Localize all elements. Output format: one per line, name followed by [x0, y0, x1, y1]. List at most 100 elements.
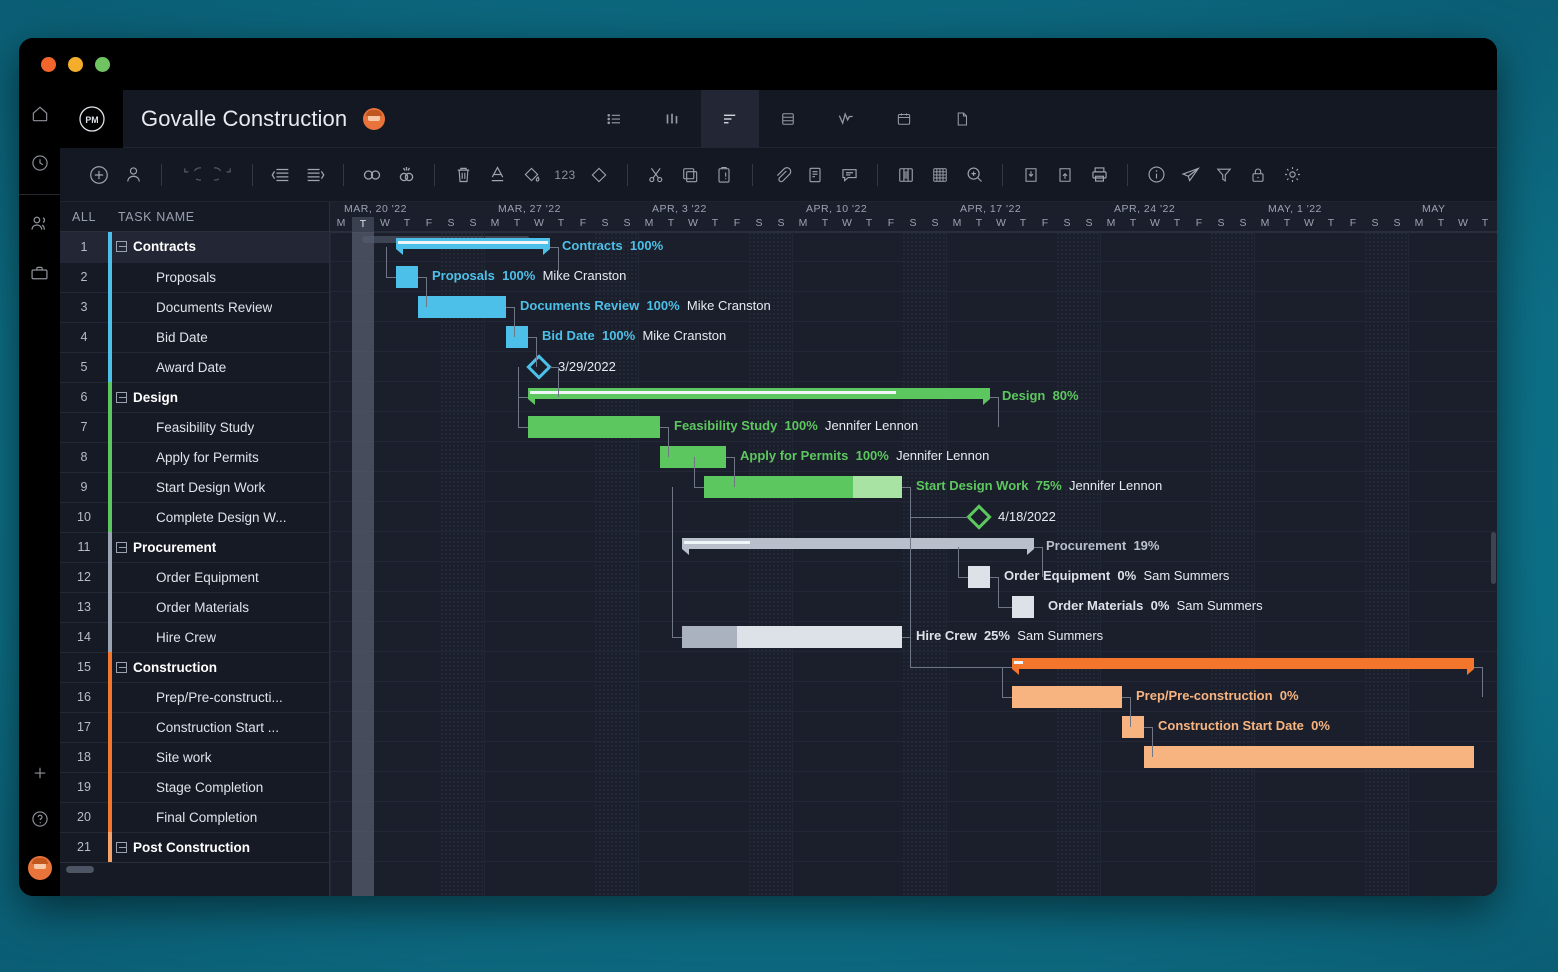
task-name-cell[interactable]: Order Materials: [112, 600, 249, 615]
table-row[interactable]: 13Order Materials: [60, 592, 329, 622]
task-bar[interactable]: [506, 326, 528, 348]
table-row[interactable]: 16Prep/Pre-constructi...: [60, 682, 329, 712]
task-name-cell[interactable]: Hire Crew: [112, 630, 216, 645]
lock-icon[interactable]: [1241, 158, 1275, 192]
table-row[interactable]: 18Site work: [60, 742, 329, 772]
export-icon[interactable]: [1048, 158, 1082, 192]
gantt-canvas[interactable]: Contracts 100%Proposals 100% Mike Cranst…: [330, 232, 1497, 896]
table-row[interactable]: 6Design: [60, 382, 329, 412]
redo-button[interactable]: [207, 158, 241, 192]
task-bar[interactable]: [682, 626, 902, 648]
table-row[interactable]: 7Feasibility Study: [60, 412, 329, 442]
grid-horizontal-scrollbar[interactable]: [60, 862, 329, 876]
table-row[interactable]: 5Award Date: [60, 352, 329, 382]
people-icon[interactable]: [29, 213, 50, 239]
tab-calendar-view[interactable]: [875, 90, 933, 148]
question-circle-icon[interactable]: [30, 809, 50, 834]
trash-icon[interactable]: [446, 158, 480, 192]
task-bar[interactable]: [528, 416, 660, 438]
task-bar[interactable]: [1122, 716, 1144, 738]
task-name-cell[interactable]: Procurement: [112, 540, 216, 555]
send-icon[interactable]: [1173, 158, 1207, 192]
avatar[interactable]: [28, 856, 52, 880]
collapse-toggle-icon[interactable]: [116, 392, 127, 403]
home-icon[interactable]: [30, 104, 50, 129]
print-icon[interactable]: [1082, 158, 1116, 192]
tab-gantt-view[interactable]: [701, 90, 759, 148]
task-bar[interactable]: [396, 266, 418, 288]
task-name-cell[interactable]: Start Design Work: [112, 480, 265, 495]
task-name-cell[interactable]: Feasibility Study: [112, 420, 254, 435]
indent-button[interactable]: [298, 158, 332, 192]
tab-dashboard-view[interactable]: [817, 90, 875, 148]
clipboard-icon[interactable]: [707, 158, 741, 192]
table-row[interactable]: 19Stage Completion: [60, 772, 329, 802]
table-row[interactable]: 3Documents Review: [60, 292, 329, 322]
briefcase-icon[interactable]: [29, 263, 50, 289]
task-name-cell[interactable]: Final Completion: [112, 810, 257, 825]
copy-icon[interactable]: [673, 158, 707, 192]
table-row[interactable]: 11Procurement: [60, 532, 329, 562]
table-row[interactable]: 20Final Completion: [60, 802, 329, 832]
task-name-cell[interactable]: Complete Design W...: [112, 510, 287, 525]
summary-bar[interactable]: [396, 238, 550, 249]
collapse-toggle-icon[interactable]: [116, 662, 127, 673]
task-bar[interactable]: [1012, 686, 1122, 708]
table-row[interactable]: 1Contracts: [60, 232, 329, 262]
text-color-icon[interactable]: [480, 158, 514, 192]
add-task-button[interactable]: [82, 158, 116, 192]
number-format-button[interactable]: 123: [548, 158, 582, 192]
task-name-cell[interactable]: Construction: [112, 660, 217, 675]
tab-list-view[interactable]: [585, 90, 643, 148]
task-bar[interactable]: [968, 566, 990, 588]
table-row[interactable]: 17Construction Start ...: [60, 712, 329, 742]
task-name-cell[interactable]: Order Equipment: [112, 570, 259, 585]
task-name-cell[interactable]: Contracts: [112, 239, 196, 254]
table-row[interactable]: 12Order Equipment: [60, 562, 329, 592]
info-circle-icon[interactable]: [1139, 158, 1173, 192]
table-row[interactable]: 21Post Construction: [60, 832, 329, 862]
task-name-cell[interactable]: Design: [112, 390, 178, 405]
task-bar[interactable]: [1012, 596, 1034, 618]
plus-icon[interactable]: [31, 764, 49, 787]
link-tasks-button[interactable]: [355, 158, 389, 192]
table-row[interactable]: 4Bid Date: [60, 322, 329, 352]
collapse-toggle-icon[interactable]: [116, 842, 127, 853]
task-name-cell[interactable]: Award Date: [112, 360, 226, 375]
project-owner-avatar[interactable]: [363, 108, 385, 130]
tab-page-view[interactable]: [933, 90, 991, 148]
pm-logo-icon[interactable]: PM: [60, 90, 123, 148]
diamond-icon[interactable]: [582, 158, 616, 192]
column-header-all[interactable]: ALL: [60, 210, 108, 224]
task-name-cell[interactable]: Proposals: [112, 270, 216, 285]
chart-vertical-scrollbar[interactable]: [1491, 532, 1496, 584]
task-name-cell[interactable]: Stage Completion: [112, 780, 263, 795]
table-row[interactable]: 9Start Design Work: [60, 472, 329, 502]
zoom-in-icon[interactable]: [957, 158, 991, 192]
undo-button[interactable]: [173, 158, 207, 192]
task-bar[interactable]: [1144, 746, 1474, 768]
scrollbar-thumb[interactable]: [66, 866, 94, 873]
collapse-toggle-icon[interactable]: [116, 542, 127, 553]
task-name-cell[interactable]: Apply for Permits: [112, 450, 259, 465]
filter-icon[interactable]: [1207, 158, 1241, 192]
tab-board-view[interactable]: [643, 90, 701, 148]
task-name-cell[interactable]: Documents Review: [112, 300, 272, 315]
summary-bar[interactable]: [1012, 658, 1474, 669]
scissors-icon[interactable]: [639, 158, 673, 192]
table-row[interactable]: 14Hire Crew: [60, 622, 329, 652]
columns-toggle-icon[interactable]: [889, 158, 923, 192]
task-name-cell[interactable]: Post Construction: [112, 840, 250, 855]
table-icon[interactable]: [923, 158, 957, 192]
task-name-cell[interactable]: Prep/Pre-constructi...: [112, 690, 283, 705]
gear-icon[interactable]: [1275, 158, 1309, 192]
table-row[interactable]: 10Complete Design W...: [60, 502, 329, 532]
table-row[interactable]: 8Apply for Permits: [60, 442, 329, 472]
outdent-button[interactable]: [264, 158, 298, 192]
minimize-button[interactable]: [68, 57, 83, 72]
clock-icon[interactable]: [30, 153, 50, 178]
paperclip-icon[interactable]: [764, 158, 798, 192]
fill-bucket-icon[interactable]: [514, 158, 548, 192]
comment-icon[interactable]: [832, 158, 866, 192]
task-bar[interactable]: [418, 296, 506, 318]
